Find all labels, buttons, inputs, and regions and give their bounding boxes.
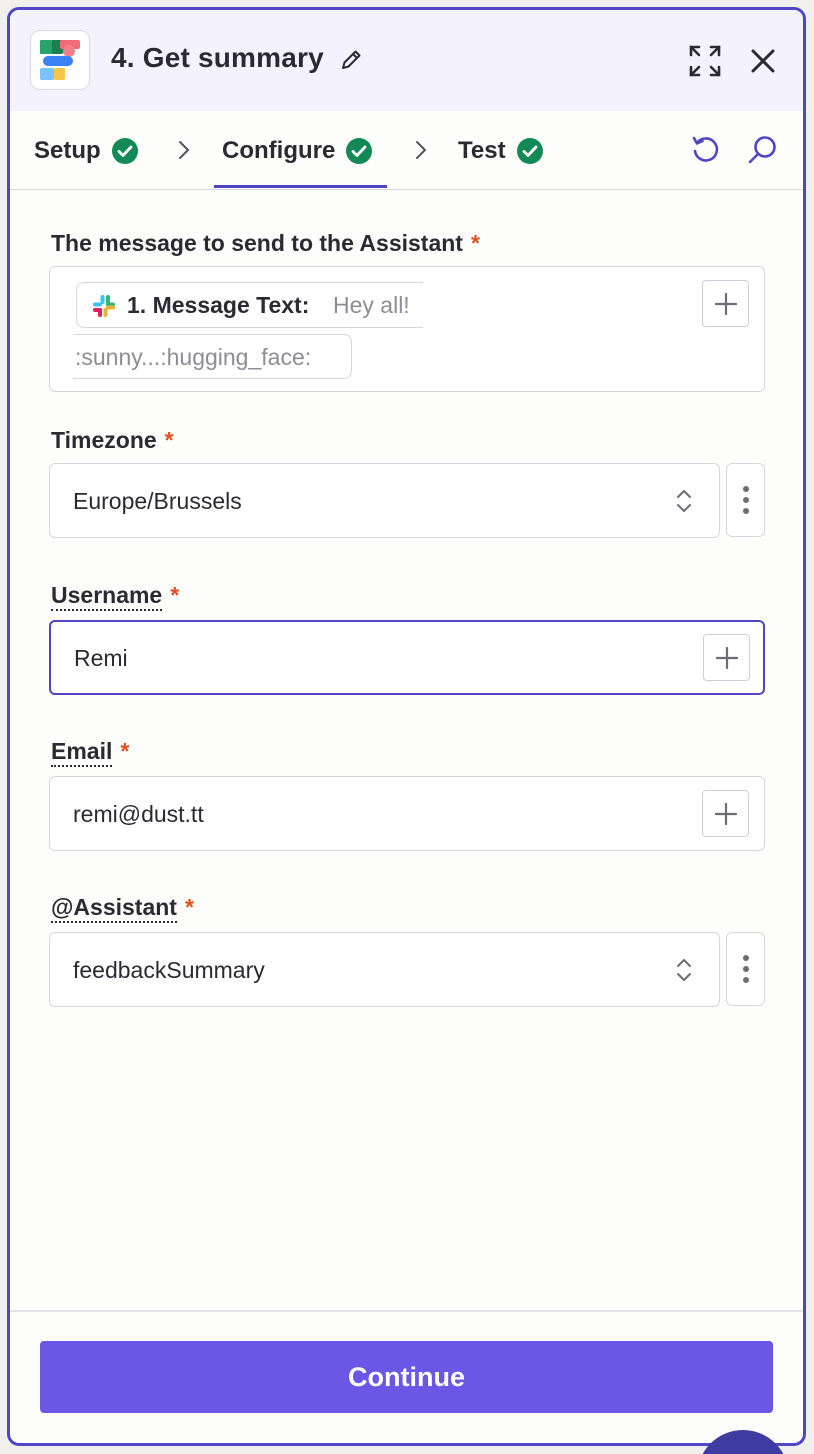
step-tabs: Setup Configure Test bbox=[10, 111, 803, 190]
email-field-label: Email * bbox=[51, 738, 130, 767]
username-input[interactable]: Remi bbox=[49, 620, 765, 695]
username-field-label: Username * bbox=[51, 582, 180, 611]
active-tab-indicator bbox=[214, 185, 387, 188]
assistant-select[interactable]: feedbackSummary bbox=[49, 932, 720, 1007]
expand-icon[interactable] bbox=[688, 44, 722, 78]
more-vertical-icon bbox=[742, 486, 749, 514]
required-asterisk: * bbox=[120, 738, 130, 764]
insert-data-button[interactable] bbox=[702, 790, 749, 837]
timezone-select[interactable]: Europe/Brussels bbox=[49, 463, 720, 538]
assistant-label-text: @Assistant bbox=[51, 894, 177, 923]
required-asterisk: * bbox=[470, 230, 480, 256]
tab-test[interactable]: Test bbox=[458, 111, 543, 190]
email-label-text: Email bbox=[51, 738, 113, 767]
continue-button[interactable]: Continue bbox=[40, 1341, 773, 1413]
footer-divider bbox=[10, 1310, 803, 1312]
required-asterisk: * bbox=[184, 894, 194, 920]
check-circle-icon bbox=[111, 137, 138, 164]
mapped-field-pill-continuation[interactable]: :sunny...:hugging_face: bbox=[73, 334, 352, 379]
assistant-options-button[interactable] bbox=[726, 932, 765, 1006]
message-field[interactable]: 1. Message Text: Hey all! :sunny...:hugg… bbox=[49, 266, 765, 392]
timezone-field-label: Timezone * bbox=[51, 427, 174, 454]
username-value: Remi bbox=[74, 645, 128, 671]
timezone-options-button[interactable] bbox=[726, 463, 765, 537]
tab-configure[interactable]: Configure bbox=[222, 111, 373, 190]
mapped-field-pill[interactable]: 1. Message Text: Hey all! bbox=[76, 282, 423, 328]
tab-configure-label: Configure bbox=[222, 136, 336, 164]
username-label-text: Username bbox=[51, 582, 163, 611]
undo-icon[interactable] bbox=[690, 134, 722, 166]
required-asterisk: * bbox=[170, 582, 180, 608]
chevron-right-icon bbox=[179, 141, 190, 159]
email-input[interactable]: remi@dust.tt bbox=[49, 776, 765, 851]
pill-value: Hey all! bbox=[333, 292, 410, 318]
chevron-updown-icon bbox=[677, 959, 691, 981]
email-value: remi@dust.tt bbox=[73, 801, 204, 827]
pill-value-continued: :sunny...:hugging_face: bbox=[75, 344, 312, 370]
tab-setup[interactable]: Setup bbox=[34, 111, 138, 190]
plus-icon bbox=[714, 292, 737, 315]
check-circle-icon bbox=[346, 137, 373, 164]
chevron-updown-icon bbox=[677, 490, 691, 512]
required-asterisk: * bbox=[164, 427, 174, 453]
pencil-edit-icon[interactable] bbox=[338, 47, 364, 73]
timezone-label-text: Timezone bbox=[51, 427, 157, 453]
dust-logo-icon bbox=[30, 30, 90, 90]
step-editor-panel: 4. Get summary Setup Configure Test The … bbox=[7, 7, 806, 1446]
tab-test-label: Test bbox=[458, 136, 506, 164]
panel-header: 4. Get summary bbox=[10, 10, 803, 111]
assistant-value: feedbackSummary bbox=[73, 957, 265, 983]
close-icon[interactable] bbox=[748, 46, 778, 76]
more-vertical-icon bbox=[742, 955, 749, 983]
timezone-value: Europe/Brussels bbox=[73, 488, 242, 514]
plus-icon bbox=[714, 802, 737, 825]
plus-icon bbox=[715, 646, 738, 669]
search-icon[interactable] bbox=[746, 134, 778, 166]
chevron-right-icon bbox=[416, 141, 427, 159]
slack-icon bbox=[93, 295, 115, 317]
message-label-text: The message to send to the Assistant bbox=[51, 230, 463, 256]
assistant-field-label: @Assistant * bbox=[51, 894, 194, 923]
insert-data-button[interactable] bbox=[703, 634, 750, 681]
step-title: 4. Get summary bbox=[111, 42, 324, 73]
check-circle-icon bbox=[516, 137, 543, 164]
message-field-label: The message to send to the Assistant * bbox=[51, 230, 480, 257]
pill-source-label: 1. Message Text: bbox=[127, 292, 310, 318]
insert-data-button[interactable] bbox=[702, 280, 749, 327]
tab-setup-label: Setup bbox=[34, 136, 101, 164]
